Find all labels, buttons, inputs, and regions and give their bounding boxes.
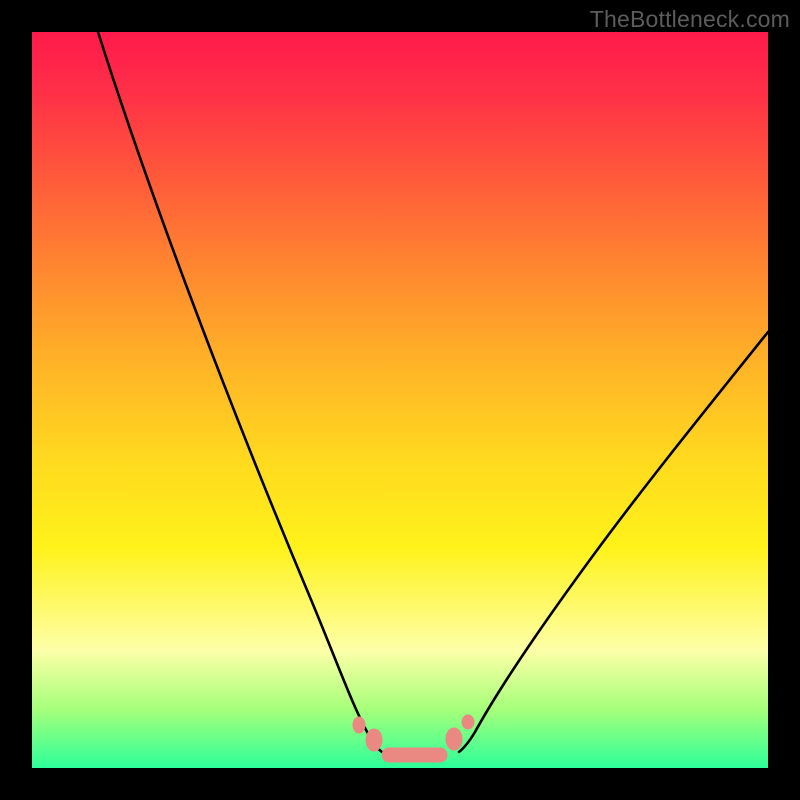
plot-area <box>32 32 768 768</box>
left-curve <box>98 32 382 752</box>
chart-frame: TheBottleneck.com <box>0 0 800 800</box>
right-curve <box>459 332 768 752</box>
watermark-text: TheBottleneck.com <box>590 6 790 33</box>
plateau-markers <box>353 715 474 762</box>
curve-layer <box>32 32 768 768</box>
